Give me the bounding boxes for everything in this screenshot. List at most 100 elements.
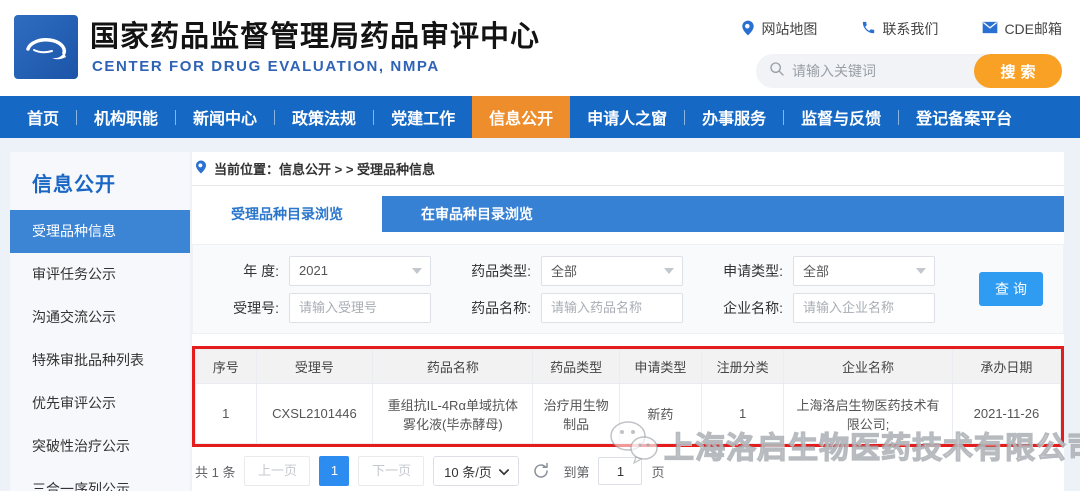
sidebar-item-accepted-varieties[interactable]: 受理品种信息: [10, 210, 190, 253]
apply-type-select[interactable]: 全部: [793, 255, 935, 286]
cde-mailbox-link[interactable]: CDE邮箱: [982, 19, 1062, 39]
goto-page-input[interactable]: [598, 457, 643, 485]
cell-drug-type: 治疗用生物制品: [532, 383, 620, 444]
accept-no-input[interactable]: [299, 300, 421, 315]
sidebar-item-breakthrough-therapy[interactable]: 突破性治疗公示: [10, 425, 190, 468]
accept-no-label: 受理号:: [233, 299, 279, 316]
cell-accept-no: CXSL2101446: [255, 383, 374, 444]
company-input[interactable]: [803, 300, 925, 315]
tab-accepted-catalog[interactable]: 受理品种目录浏览: [192, 196, 382, 232]
tab-bar: 受理品种目录浏览 在审品种目录浏览: [192, 196, 1064, 232]
pagination: 共 1 条 上一页 1 下一页 10 条/页 到第 页: [192, 456, 1064, 486]
filter-row-1: 年 度: 2021 药品类型: 全部 申请类型: 全部: [207, 254, 1049, 287]
contact-us-link-label: 联系我们: [882, 21, 939, 37]
search-icon: [769, 61, 785, 82]
annotation-red-box: 序号 受理号 药品名称 药品类型 申请类型 注册分类 企业名称 承办日期 1 C…: [192, 346, 1064, 447]
sitemap-link[interactable]: 网站地图: [741, 19, 817, 39]
sitemap-link-label: 网站地图: [761, 21, 818, 37]
sidebar-item-three-in-one[interactable]: 三合一序列公示: [10, 468, 190, 491]
site-header: 国家药品监督管理局药品审评中心 CENTER FOR DRUG EVALUATI…: [0, 0, 1080, 96]
chevron-down-icon: [498, 464, 509, 479]
mail-icon: [982, 21, 998, 37]
header-quick-links: 网站地图 联系我们 CDE邮箱: [741, 19, 1062, 39]
drug-name-field-wrap: [541, 292, 683, 323]
sidebar: 信息公开 受理品种信息 审评任务公示 沟通交流公示 特殊审批品种列表 优先审评公…: [10, 152, 190, 491]
filter-row-2: 受理号: 药品名称: 企业名称:: [207, 291, 1049, 324]
breadcrumb-text: 当前位置：信息公开 > > 受理品种信息: [214, 162, 436, 177]
cell-drug-name: 重组抗IL-4Rα单域抗体雾化液(毕赤酵母): [372, 383, 534, 444]
sidebar-item-review-tasks[interactable]: 审评任务公示: [10, 253, 190, 296]
cde-logo: [14, 15, 78, 79]
page-size-select[interactable]: 10 条/页: [433, 456, 520, 486]
col-header-reg-class: 注册分类: [700, 349, 785, 384]
nav-item-functions[interactable]: 机构职能: [77, 96, 175, 138]
table-row: 1 CXSL2101446 重组抗IL-4Rα单域抗体雾化液(毕赤酵母) 治疗用…: [195, 383, 1062, 444]
nav-item-policy[interactable]: 政策法规: [275, 96, 373, 138]
sidebar-title: 信息公开: [32, 174, 116, 196]
search-button[interactable]: 搜索: [974, 54, 1062, 88]
page-size-value: 10 条/页: [444, 464, 492, 480]
nav-item-supervision[interactable]: 监督与反馈: [784, 96, 898, 138]
cell-reg-class: 1: [700, 383, 785, 444]
page: 国家药品监督管理局药品审评中心 CENTER FOR DRUG EVALUATI…: [0, 0, 1080, 491]
year-select[interactable]: 2021: [289, 255, 431, 286]
chevron-down-icon: [664, 267, 674, 274]
tab-under-review-catalog[interactable]: 在审品种目录浏览: [382, 196, 572, 232]
goto-page-label: 到第: [563, 464, 590, 480]
cell-date: 2021-11-26: [951, 383, 1062, 444]
company-label: 企业名称:: [723, 299, 783, 316]
year-label: 年 度:: [243, 262, 279, 279]
chevron-down-icon: [916, 267, 926, 274]
table-header-row: 序号 受理号 药品名称 药品类型 申请类型 注册分类 企业名称 承办日期: [195, 349, 1062, 384]
col-header-company: 企业名称: [783, 349, 953, 384]
col-header-date: 承办日期: [951, 349, 1062, 384]
contact-us-link[interactable]: 联系我们: [861, 19, 938, 39]
apply-type-label: 申请类型:: [723, 262, 783, 279]
drug-type-select[interactable]: 全部: [541, 255, 683, 286]
nav-item-home[interactable]: 首页: [10, 96, 76, 138]
main-nav: 首页 机构职能 新闻中心 政策法规 党建工作 信息公开 申请人之窗 办事服务 监…: [0, 96, 1080, 138]
drug-name-label: 药品名称:: [471, 299, 531, 316]
drug-type-select-value: 全部: [551, 264, 578, 279]
sidebar-item-special-approval[interactable]: 特殊审批品种列表: [10, 339, 190, 382]
col-header-index: 序号: [195, 349, 257, 384]
goto-page-suffix: 页: [651, 464, 665, 480]
cell-index: 1: [195, 383, 257, 444]
site-title: 国家药品监督管理局药品审评中心: [90, 21, 541, 53]
query-button[interactable]: 查询: [979, 272, 1043, 306]
cell-apply-type: 新药: [618, 383, 703, 444]
site-subtitle: CENTER FOR DRUG EVALUATION, NMPA: [92, 58, 440, 75]
col-header-drug-type: 药品类型: [532, 349, 620, 384]
filter-panel: 年 度: 2021 药品类型: 全部 申请类型: 全部 受理号: 请输入受理号 …: [192, 244, 1064, 334]
apply-type-select-value: 全部: [803, 264, 830, 279]
accept-no-field-wrap: [289, 292, 431, 323]
location-pin-icon: [741, 20, 755, 39]
drug-type-label: 药品类型:: [471, 262, 531, 279]
search-input[interactable]: [792, 63, 952, 79]
refresh-icon[interactable]: [532, 462, 550, 480]
nav-item-party[interactable]: 党建工作: [374, 96, 472, 138]
prev-page-button[interactable]: 上一页: [244, 456, 311, 486]
results-table: 序号 受理号 药品名称 药品类型 申请类型 注册分类 企业名称 承办日期 1 C…: [195, 349, 1062, 444]
breadcrumb-pin-icon: [195, 160, 207, 177]
nav-item-info-disclosure[interactable]: 信息公开: [472, 96, 571, 138]
pagination-total: 共 1 条: [195, 464, 236, 480]
cde-mailbox-link-label: CDE邮箱: [1004, 21, 1062, 37]
next-page-button[interactable]: 下一页: [358, 456, 425, 486]
nav-item-services[interactable]: 办事服务: [685, 96, 783, 138]
current-page-button[interactable]: 1: [319, 456, 350, 486]
nav-item-registration-platform[interactable]: 登记备案平台: [899, 96, 1029, 138]
nav-item-applicant-window[interactable]: 申请人之窗: [570, 96, 684, 138]
col-header-accept-no: 受理号: [255, 349, 374, 384]
year-select-value: 2021: [299, 263, 328, 278]
sidebar-item-communication[interactable]: 沟通交流公示: [10, 296, 190, 339]
company-field-wrap: [793, 292, 935, 323]
phone-icon: [861, 20, 876, 38]
main-content: 当前位置：信息公开 > > 受理品种信息 受理品种目录浏览 在审品种目录浏览 年…: [192, 152, 1064, 491]
drug-name-input[interactable]: [551, 300, 673, 315]
nav-item-news[interactable]: 新闻中心: [176, 96, 274, 138]
sidebar-item-priority-review[interactable]: 优先审评公示: [10, 382, 190, 425]
site-search: 搜索: [756, 54, 1062, 88]
col-header-drug-name: 药品名称: [372, 349, 534, 384]
col-header-apply-type: 申请类型: [618, 349, 703, 384]
